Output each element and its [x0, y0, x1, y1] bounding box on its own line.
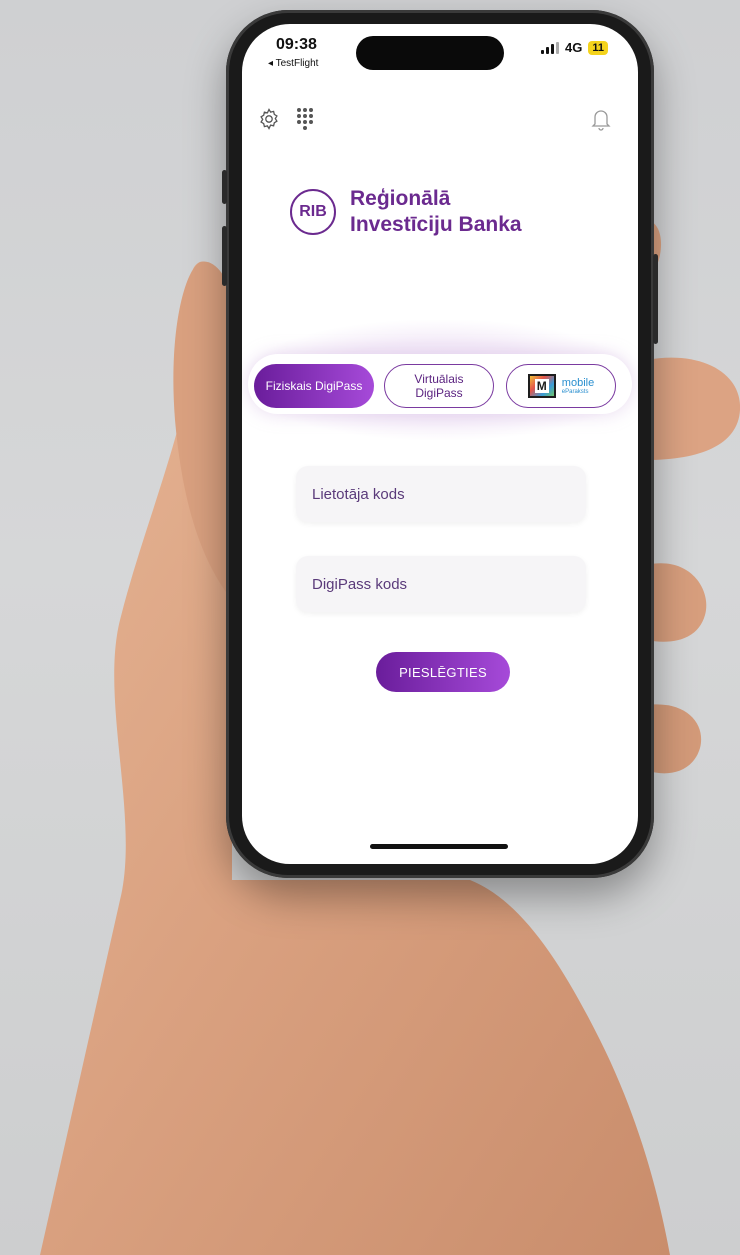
phone-device: 09:38 ◂ TestFlight 4G 11 RIB Reģionālā I…	[222, 10, 658, 878]
phone-side-button	[222, 226, 227, 286]
phone-side-button	[653, 254, 658, 344]
tab-virtual-digipass[interactable]: Virtuālais DigiPass	[384, 364, 494, 408]
battery-icon: 11	[588, 40, 608, 55]
eparaksts-label: mobile eParaksts	[562, 377, 594, 396]
app-screen: 09:38 ◂ TestFlight 4G 11 RIB Reģionālā I…	[242, 24, 638, 864]
digipass-code-input[interactable]	[296, 556, 586, 612]
user-code-input[interactable]	[296, 466, 586, 522]
tab-mobile-eparaksts[interactable]: M mobile eParaksts	[506, 364, 616, 408]
bank-name-line1: Reģionālā	[350, 187, 451, 210]
eparaksts-label-line2: eParaksts	[561, 388, 589, 395]
logo-emblem: RIB	[290, 189, 336, 235]
bell-icon[interactable]	[588, 106, 614, 132]
eparaksts-label-line1: mobile	[561, 376, 595, 389]
tab-label-line1: Virtuālais	[414, 372, 464, 386]
bank-logo: RIB Reģionālā Investīciju Banka	[290, 186, 522, 238]
home-indicator[interactable]	[370, 844, 508, 849]
tab-physical-digipass[interactable]: Fiziskais DigiPass	[254, 364, 374, 408]
tab-label: Virtuālais DigiPass	[414, 372, 463, 400]
dynamic-island	[356, 36, 504, 70]
gear-icon[interactable]	[256, 106, 282, 132]
keypad-icon[interactable]	[292, 106, 318, 132]
back-to-app-link[interactable]: ◂ TestFlight	[268, 58, 318, 69]
phone-side-button	[222, 170, 227, 204]
bank-name-line2: Investīciju Banka	[350, 213, 522, 236]
eparaksts-logo-icon: M	[527, 374, 556, 398]
tab-label-line2: DigiPass	[415, 386, 463, 400]
status-time: 09:38	[276, 36, 317, 53]
tab-label: Fiziskais DigiPass	[265, 379, 363, 393]
status-indicators: 4G 11	[541, 40, 608, 55]
login-button[interactable]: PIESLĒGTIES	[376, 652, 510, 692]
top-toolbar	[256, 106, 614, 134]
signal-icon	[541, 41, 560, 54]
eparaksts-logo-letter: M	[534, 379, 549, 393]
bank-name: Reģionālā Investīciju Banka	[350, 186, 522, 238]
network-label: 4G	[565, 40, 583, 55]
